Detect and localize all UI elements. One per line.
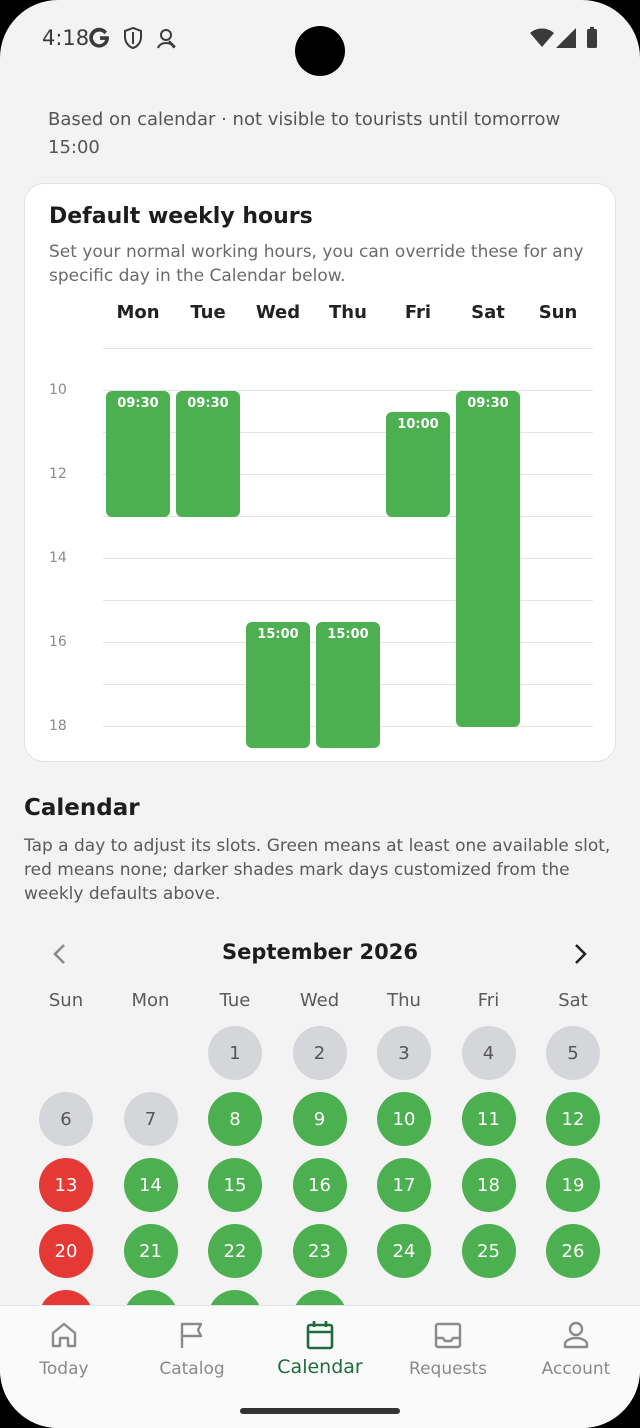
signal-icon: [556, 28, 576, 48]
person-icon: [563, 1321, 589, 1349]
calendar-day-14[interactable]: 14: [123, 1158, 178, 1212]
calendar-day-13[interactable]: 13: [39, 1158, 93, 1212]
nav-today[interactable]: Today: [0, 1306, 128, 1406]
calendar-weekday-header: Wed: [299, 990, 340, 1011]
home-icon: [51, 1322, 77, 1348]
month-label: September 2026: [222, 940, 418, 964]
calendar-day-8[interactable]: 8: [208, 1092, 262, 1146]
calendar-weekday-header: Sat: [558, 990, 588, 1011]
chevron-right-icon: [575, 944, 587, 964]
weekday-header: Thu: [329, 302, 367, 323]
weekly-slot-tue[interactable]: 09:30: [176, 391, 240, 517]
calendar-day-11[interactable]: 11: [461, 1092, 516, 1146]
home-indicator[interactable]: [240, 1408, 400, 1414]
calendar-day-26[interactable]: 26: [546, 1224, 600, 1278]
nav-requests[interactable]: Requests: [384, 1306, 512, 1406]
nav-requests-label: Requests: [409, 1359, 487, 1379]
flag-icon: [180, 1322, 203, 1348]
weekly-hours-card: Default weekly hours Set your normal wor…: [24, 183, 616, 762]
weekday-header: Mon: [116, 302, 160, 323]
calendar-day-3[interactable]: 3: [377, 1026, 431, 1080]
calendar-weekday-header: Mon: [131, 990, 170, 1011]
calendar-weekday-header: Tue: [219, 990, 251, 1011]
wifi-icon: [530, 28, 554, 47]
calendar-day-17[interactable]: 17: [377, 1158, 431, 1212]
calendar-day-21[interactable]: 21: [123, 1224, 178, 1278]
weekday-header: Sat: [471, 302, 505, 323]
location-off-icon: [157, 29, 176, 49]
calendar-day-10[interactable]: 10: [377, 1092, 431, 1146]
weekly-slot-wed[interactable]: 15:00: [246, 622, 310, 748]
nav-catalog-label: Catalog: [159, 1359, 225, 1379]
calendar-weekday-header: Thu: [387, 990, 421, 1011]
hour-label: 18: [49, 718, 67, 734]
calendar-day-6[interactable]: 6: [39, 1092, 93, 1146]
weekday-header: Wed: [255, 302, 301, 323]
calendar-day-18[interactable]: 18: [461, 1158, 516, 1212]
next-month-button[interactable]: [560, 936, 600, 972]
calendar-day-16[interactable]: 16: [292, 1158, 347, 1212]
calendar-day-24[interactable]: 24: [377, 1224, 431, 1278]
nav-today-label: Today: [39, 1359, 89, 1379]
calendar-day-23[interactable]: 23: [292, 1224, 347, 1278]
battery-icon: [587, 27, 597, 48]
visibility-notice: Based on calendar · not visible to touri…: [48, 109, 561, 158]
calendar-day-4[interactable]: 4: [461, 1026, 516, 1080]
nav-calendar[interactable]: Calendar: [256, 1306, 384, 1406]
weekly-slot-sat[interactable]: 09:30: [456, 391, 520, 727]
calendar-day-22[interactable]: 22: [208, 1224, 262, 1278]
weekly-slot-thu[interactable]: 15:00: [316, 622, 380, 748]
weekday-header: Fri: [404, 302, 432, 323]
hour-gridline: [103, 348, 593, 349]
weekly-hours-subtitle: Set your normal working hours, you can o…: [49, 242, 584, 286]
calendar-weekday-header: Fri: [477, 990, 500, 1011]
hour-gridline: [103, 390, 593, 391]
calendar-day-15[interactable]: 15: [208, 1158, 262, 1212]
previous-month-button[interactable]: [40, 936, 80, 972]
nav-catalog[interactable]: Catalog: [128, 1306, 256, 1406]
calendar-title: Calendar: [24, 795, 140, 821]
shield-icon: [124, 26, 142, 50]
calendar-day-5[interactable]: 5: [546, 1026, 600, 1080]
calendar-day-2[interactable]: 2: [292, 1026, 347, 1080]
weekday-header: Tue: [190, 302, 226, 323]
calendar-subtitle: Tap a day to adjust its slots. Green mea…: [24, 836, 611, 904]
chevron-left-icon: [53, 944, 65, 964]
calendar-day-9[interactable]: 9: [292, 1092, 347, 1146]
weekly-slot-fri[interactable]: 10:00: [386, 412, 450, 517]
status-time: 4:18: [42, 26, 90, 50]
nav-calendar-label: Calendar: [277, 1356, 363, 1378]
nav-account[interactable]: Account: [512, 1306, 640, 1406]
calendar-icon: [306, 1321, 334, 1350]
calendar-weekday-header: Sun: [48, 990, 84, 1011]
weekly-hours-title: Default weekly hours: [49, 204, 313, 229]
weekday-header: Sun: [538, 302, 578, 323]
hour-label: 14: [49, 550, 67, 566]
status-bar: 4:18: [0, 0, 640, 80]
calendar-day-12[interactable]: 12: [546, 1092, 600, 1146]
google-g-icon: [89, 27, 109, 48]
calendar-day-25[interactable]: 25: [461, 1224, 516, 1278]
calendar-day-20[interactable]: 20: [39, 1224, 93, 1278]
calendar-day-7[interactable]: 7: [123, 1092, 178, 1146]
calendar-day-19[interactable]: 19: [546, 1158, 600, 1212]
hour-label: 10: [49, 382, 67, 398]
hour-label: 12: [49, 466, 67, 482]
hour-label: 16: [49, 634, 67, 650]
calendar-day-1[interactable]: 1: [208, 1026, 262, 1080]
phone-screen: 4:18 Based on calendar · not visible to …: [0, 0, 640, 1428]
weekly-slot-mon[interactable]: 09:30: [106, 391, 170, 517]
nav-account-label: Account: [541, 1359, 611, 1379]
camera-cutout: [295, 26, 345, 76]
inbox-icon: [434, 1322, 462, 1349]
